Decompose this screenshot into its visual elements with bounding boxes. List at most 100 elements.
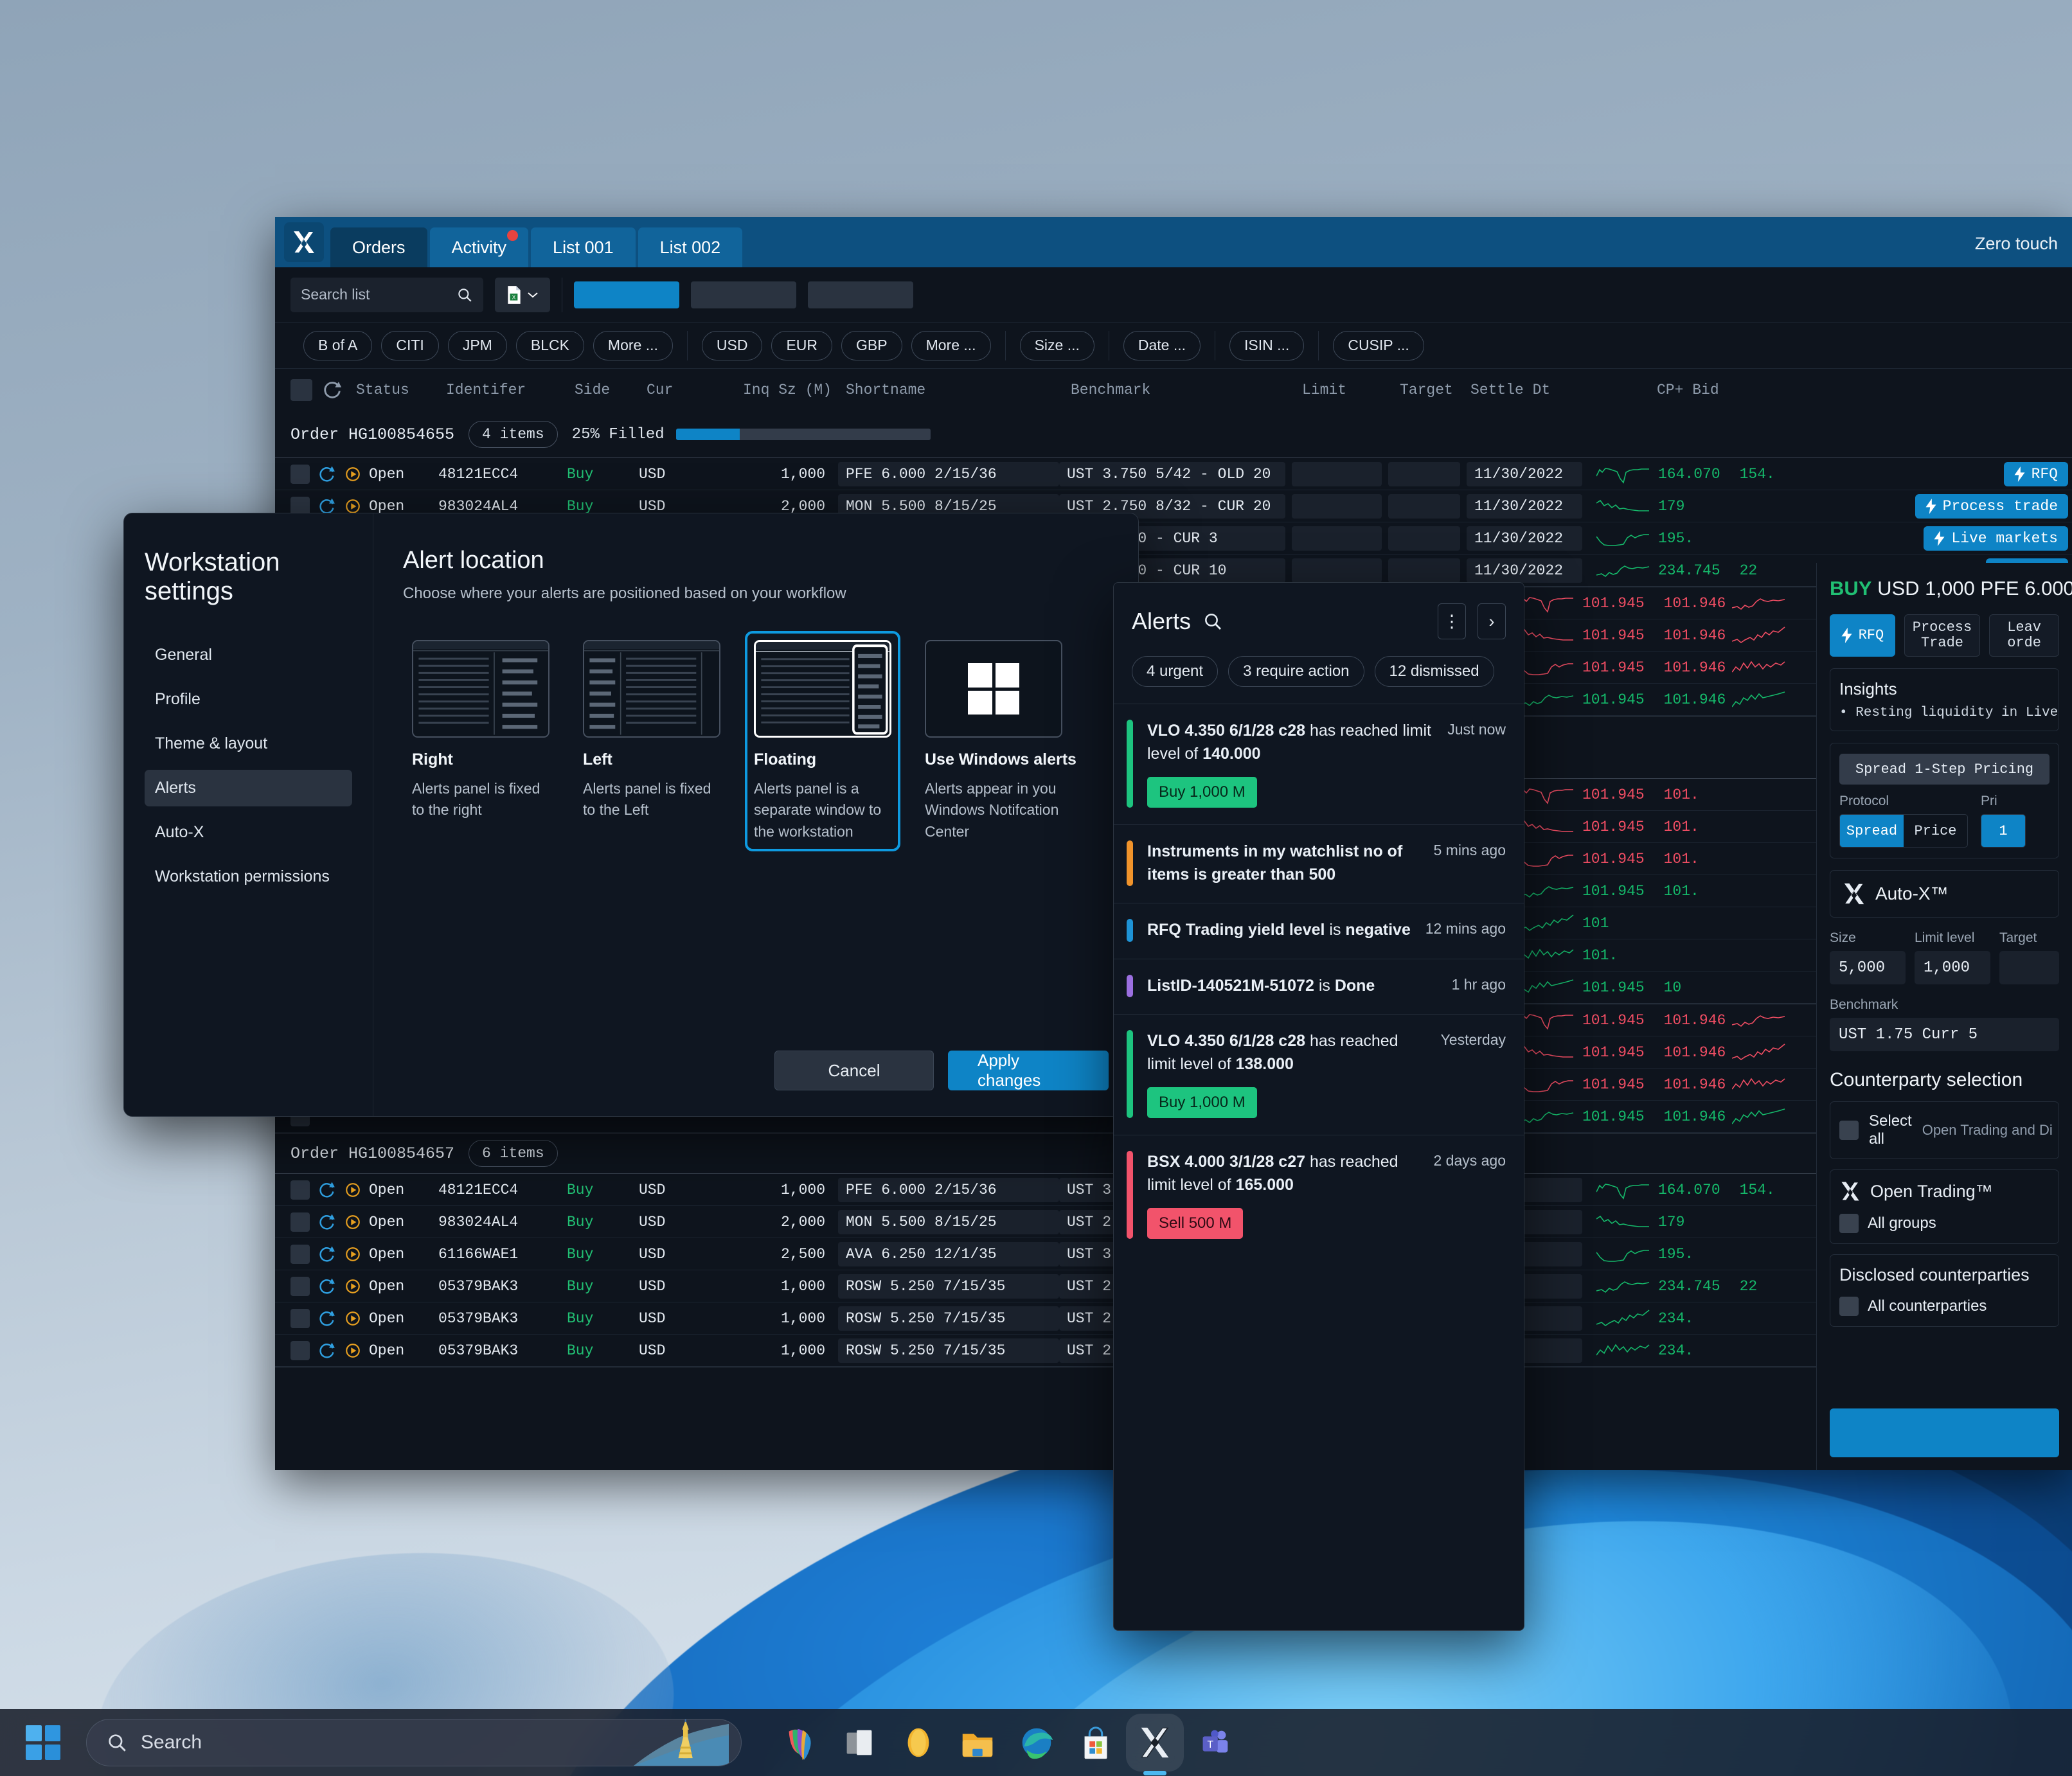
alert-list-item[interactable]: VLO 4.350 6/1/28 c28 has reached limit l… (1114, 704, 1524, 824)
row-checkbox[interactable] (290, 1276, 310, 1296)
row-checkbox[interactable] (290, 1244, 310, 1264)
all-groups-label: All groups (1868, 1214, 1936, 1232)
filter-chip-blck[interactable]: BLCK (515, 330, 584, 360)
alert-list-item[interactable]: Instruments in my watchlist no of items … (1114, 824, 1524, 903)
filter-chip-cusip[interactable]: CUSIP ... (1333, 330, 1424, 360)
task-view-icon[interactable] (839, 1723, 879, 1763)
row-checkbox[interactable] (290, 1308, 310, 1328)
microsoft-teams-icon[interactable]: T (1194, 1723, 1234, 1763)
table-row[interactable]: Open 48121ECC4 Buy USD 1,000 PFE 6.000 2/15/3… (275, 458, 2072, 490)
cell-target[interactable] (1388, 526, 1460, 551)
cell-limit[interactable] (1292, 526, 1382, 551)
alert-message: Instruments in my watchlist no of items … (1147, 842, 1403, 884)
export-excel-button[interactable]: X (495, 277, 550, 312)
row-checkbox[interactable] (290, 1340, 310, 1360)
alerts-chip-dismissed[interactable]: 12 dismissed (1374, 656, 1494, 687)
taskbar-app-icons: T (780, 1723, 1234, 1763)
view-switch-3[interactable] (808, 281, 913, 308)
cell-identifier: 48121ECC4 (438, 465, 519, 483)
field-target-input[interactable] (1999, 951, 2059, 984)
cell-limit[interactable] (1292, 461, 1382, 486)
alert-location-option-left[interactable]: Left Alerts panel is fixed to the Left (574, 631, 729, 851)
search-icon[interactable] (1202, 611, 1223, 632)
filter-chip-size[interactable]: Size ... (1019, 330, 1094, 360)
cell-limit[interactable] (1292, 558, 1382, 583)
price-step-1-option[interactable]: 1 (1981, 815, 2025, 847)
sidebar-item-general[interactable]: General (145, 637, 352, 673)
filter-chip-date[interactable]: Date ... (1123, 330, 1201, 360)
cell-target[interactable] (1388, 558, 1460, 583)
cancel-button[interactable]: Cancel (774, 1051, 934, 1090)
view-switch-active[interactable] (574, 281, 679, 308)
more-vertical-icon[interactable]: ⋮ (1438, 603, 1466, 639)
taskbar-search-box[interactable]: Search (86, 1719, 742, 1766)
row-action-button[interactable]: RFQ (2003, 461, 2068, 486)
protocol-leave-order-button[interactable]: Leav orde (1989, 614, 2059, 657)
all-counterparties-checkbox[interactable] (1839, 1297, 1859, 1316)
microsoft-store-icon[interactable] (1076, 1723, 1116, 1763)
start-button[interactable] (26, 1725, 60, 1760)
protocol-rfq-button[interactable]: RFQ (1830, 614, 1895, 657)
filter-chip-isin[interactable]: ISIN ... (1229, 330, 1305, 360)
field-size-input[interactable]: 5,000 (1830, 951, 1906, 984)
edge-browser-icon[interactable] (1017, 1723, 1057, 1763)
alert-location-option-windows[interactable]: Use Windows alerts Alerts appear in you … (916, 631, 1076, 851)
filter-chip-more-counterparties[interactable]: More ... (593, 330, 673, 360)
row-checkbox[interactable] (290, 464, 310, 484)
file-explorer-icon[interactable] (958, 1723, 997, 1763)
all-groups-checkbox[interactable] (1839, 1214, 1859, 1233)
alerts-chip-urgent[interactable]: 4 urgent (1132, 656, 1219, 687)
tab-activity[interactable]: Activity (429, 227, 529, 267)
protocol-spread-option[interactable]: Spread (1840, 815, 1904, 847)
cell-limit[interactable] (1292, 493, 1382, 519)
alert-location-option-right[interactable]: Right Alerts panel is fixed to the right (403, 631, 558, 851)
sidebar-item-alerts[interactable]: Alerts (145, 770, 352, 806)
filter-chip-gbp[interactable]: GBP (841, 330, 902, 360)
alert-list-item[interactable]: RFQ Trading yield level is negative 12 mi… (1114, 903, 1524, 959)
widgets-icon[interactable] (780, 1723, 820, 1763)
alert-action-button[interactable]: Sell 500 M (1147, 1208, 1244, 1239)
cell-target[interactable] (1388, 493, 1460, 519)
field-limit-input[interactable]: 1,000 (1915, 951, 1990, 984)
alert-list-item[interactable]: ListID-140521M-51072 is Done 1 hr ago (1114, 958, 1524, 1015)
row-action-button[interactable]: Live markets (1924, 526, 2068, 551)
tab-list-001[interactable]: List 001 (531, 227, 636, 267)
search-input[interactable]: Search list (290, 277, 483, 312)
alerts-chip-require-action[interactable]: 3 require action (1228, 656, 1364, 687)
select-all-checkbox[interactable] (1839, 1121, 1859, 1140)
copilot-icon[interactable] (898, 1723, 938, 1763)
view-switch-2[interactable] (691, 281, 796, 308)
filter-chip-citi[interactable]: CITI (381, 330, 439, 360)
select-all-counterparties-row[interactable]: Select all Open Trading and Di (1830, 1101, 2059, 1159)
field-benchmark-input[interactable]: UST 1.75 Curr 5 (1830, 1018, 2059, 1051)
sidebar-item-workstation-permissions[interactable]: Workstation permissions (145, 858, 352, 895)
chevron-right-icon[interactable]: › (1478, 603, 1506, 639)
row-checkbox[interactable] (290, 1180, 310, 1200)
alert-list-item[interactable]: BSX 4.000 3/1/28 c27 has reached limit l… (1114, 1135, 1524, 1256)
select-all-checkbox[interactable] (290, 379, 312, 401)
filter-chip-bofa[interactable]: B of A (303, 330, 373, 360)
tab-list-002[interactable]: List 002 (638, 227, 743, 267)
row-checkbox[interactable] (290, 1212, 310, 1232)
filter-chip-usd[interactable]: USD (701, 330, 763, 360)
tab-orders[interactable]: Orders (330, 227, 427, 267)
submit-order-button[interactable] (1830, 1408, 2059, 1457)
alert-action-button[interactable]: Buy 1,000 M (1147, 777, 1257, 808)
apply-changes-button[interactable]: Apply changes (948, 1051, 1109, 1090)
sidebar-item-autox[interactable]: Auto-X (145, 814, 352, 851)
protocol-process-trade-button[interactable]: Process Trade (1904, 614, 1981, 657)
marketaxess-app-icon[interactable] (1135, 1723, 1175, 1763)
filter-chip-jpm[interactable]: JPM (447, 330, 507, 360)
alert-severity-bar (1127, 1030, 1133, 1118)
sidebar-item-profile[interactable]: Profile (145, 681, 352, 718)
filter-chip-eur[interactable]: EUR (771, 330, 833, 360)
row-action-button[interactable]: Process trade (1915, 493, 2068, 519)
alert-action-button[interactable]: Buy 1,000 M (1147, 1087, 1257, 1118)
alert-location-option-floating[interactable]: Floating Alerts panel is a separate wind… (745, 631, 900, 852)
sidebar-item-theme-layout[interactable]: Theme & layout (145, 725, 352, 762)
alert-list-item[interactable]: VLO 4.350 6/1/28 c28 has reached limit l… (1114, 1014, 1524, 1135)
cell-target[interactable] (1388, 461, 1460, 486)
filter-chip-more-currencies[interactable]: More ... (911, 330, 991, 360)
protocol-price-option[interactable]: Price (1904, 815, 1967, 847)
option-left-name: Left (583, 750, 612, 768)
